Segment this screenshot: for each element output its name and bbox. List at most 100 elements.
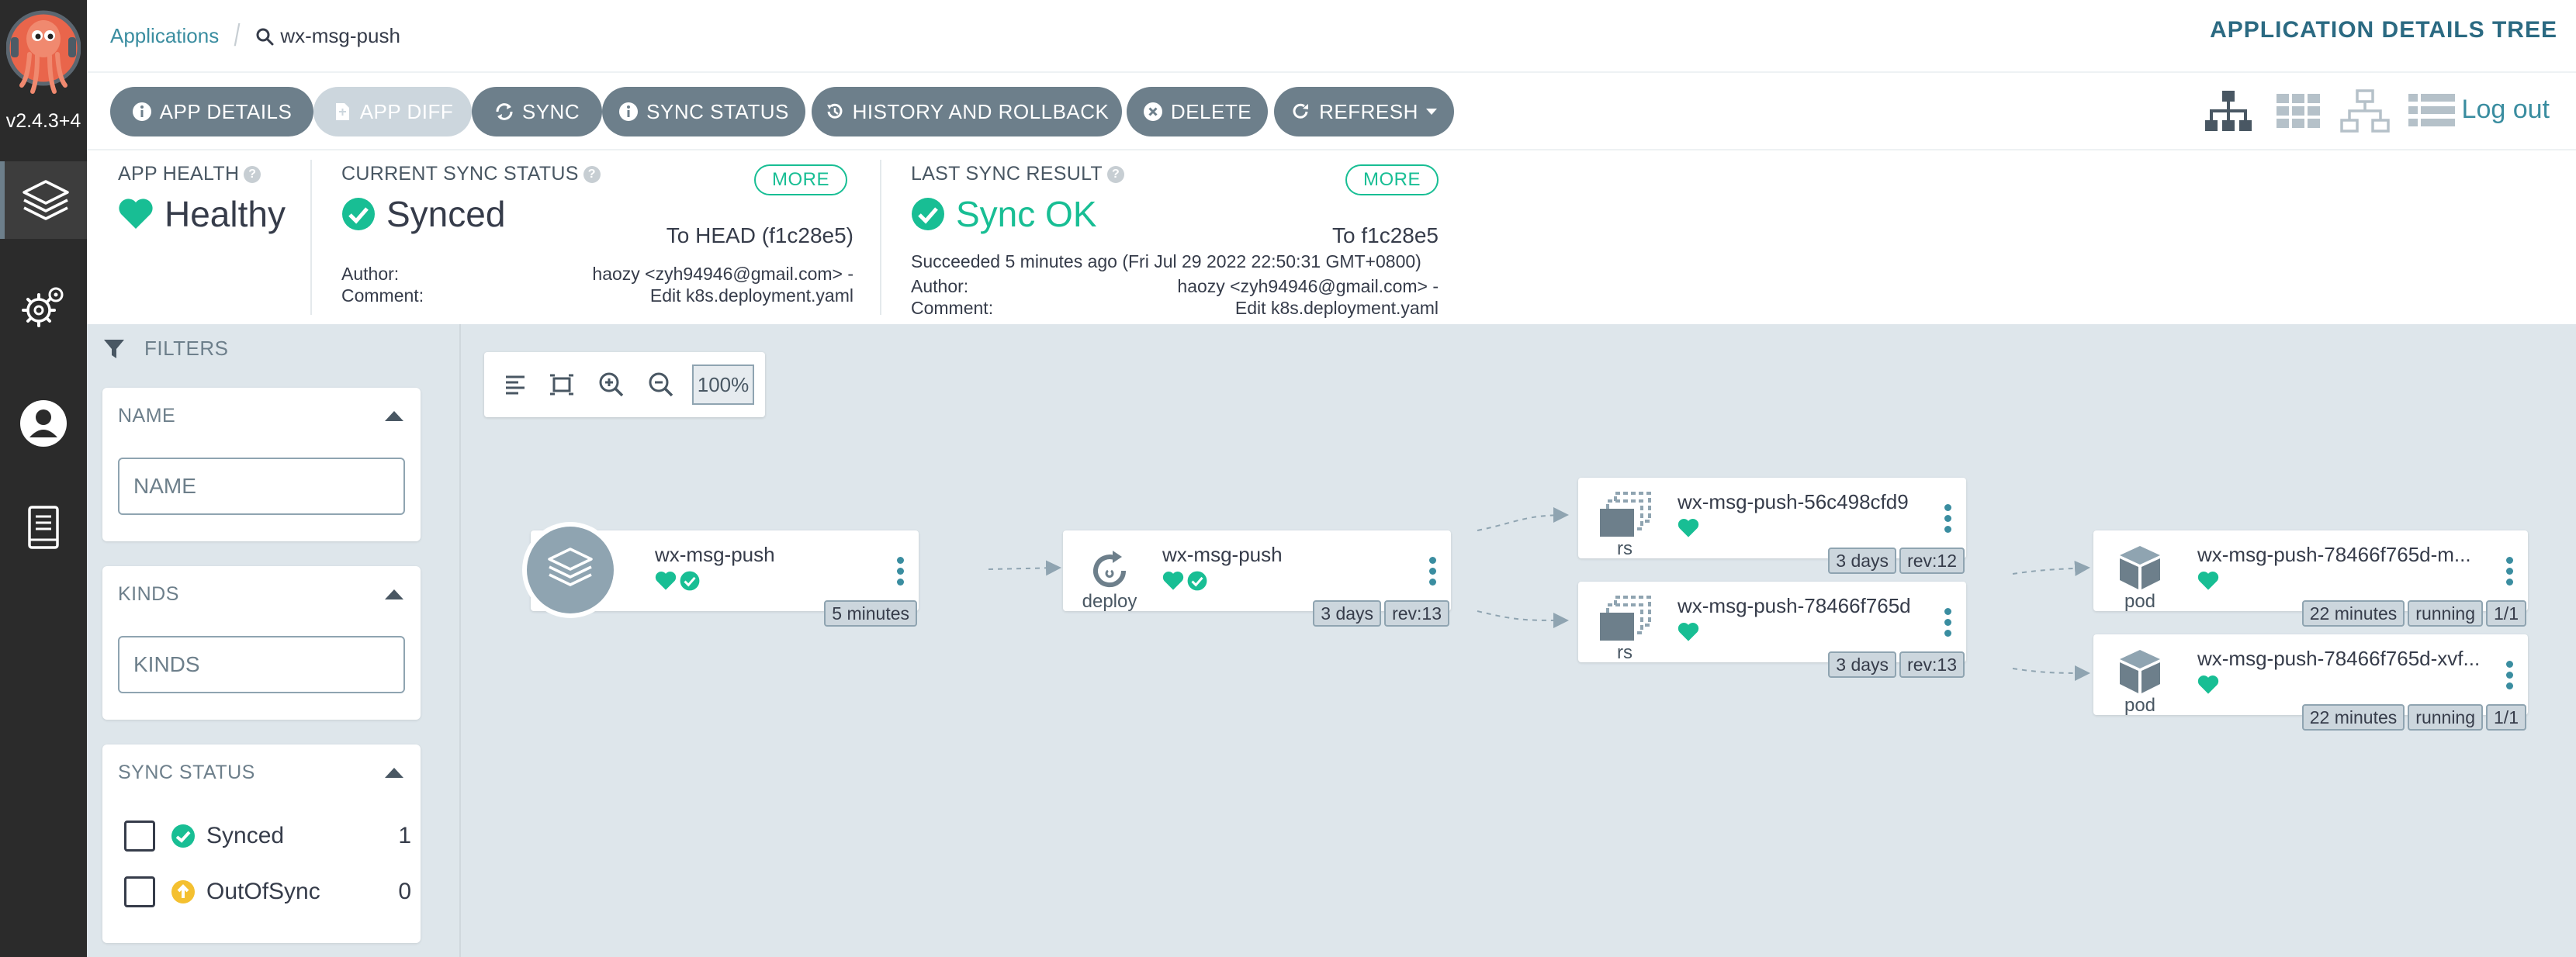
edge-app-to-deploy <box>988 560 1061 576</box>
tree-view-icon[interactable] <box>2204 89 2253 134</box>
breadcrumb-applications-link[interactable]: Applications <box>110 24 219 48</box>
deploy-node-tags: 3 days rev:13 <box>1313 600 1449 627</box>
pod-cube-icon <box>2120 650 2160 693</box>
name-filter-title: NAME <box>118 405 176 427</box>
question-icon[interactable]: ? <box>1107 165 1124 183</box>
heart-icon <box>119 199 153 229</box>
nav-applications[interactable] <box>0 161 87 239</box>
tag: 3 days <box>1313 600 1382 627</box>
filters-header[interactable]: FILTERS <box>102 337 228 361</box>
rs2-kind: rs <box>1617 642 1633 663</box>
last-sync-more-button[interactable]: MORE <box>1345 164 1439 195</box>
rs1-node-tags: 3 days rev:12 <box>1828 548 1965 574</box>
replicaset-node-2[interactable]: rs wx-msg-push-78466f765d 3 days rev:13 <box>1578 582 1966 678</box>
rs2-node-name: wx-msg-push-78466f765d <box>1678 594 1911 617</box>
outofsync-count: 0 <box>398 879 411 904</box>
page-title: APPLICATION DETAILS TREE <box>2210 17 2557 43</box>
check-circle-icon <box>1187 571 1207 591</box>
caret-up-icon[interactable] <box>385 768 403 778</box>
deploy-node-status <box>1162 571 1207 591</box>
synced-checkbox[interactable] <box>124 821 155 852</box>
comment-label: Comment: <box>341 285 424 306</box>
replicaset-node-1[interactable]: rs wx-msg-push-56c498cfd9 3 days rev:12 <box>1578 478 1966 574</box>
gears-icon <box>22 287 64 327</box>
name-filter: NAME <box>102 388 421 541</box>
pod1-kind: pod <box>2124 591 2156 612</box>
app-node-menu[interactable] <box>897 557 905 586</box>
heart-icon <box>1678 519 1699 537</box>
tag: 3 days <box>1828 651 1897 678</box>
rs1-kind: rs <box>1617 538 1633 559</box>
rs2-node-menu[interactable] <box>1944 608 1952 637</box>
pod-node-2[interactable]: pod wx-msg-push-78466f765d-xvf... 22 min… <box>2093 634 2528 731</box>
heart-icon <box>1678 623 1699 641</box>
outofsync-filter-option[interactable]: OutOfSync 0 <box>124 875 411 909</box>
tag: 22 minutes <box>2301 600 2405 627</box>
question-icon[interactable]: ? <box>583 165 601 183</box>
outofsync-label: OutOfSync <box>206 879 320 904</box>
tag: 3 days <box>1828 548 1897 574</box>
deploy-kind: deploy <box>1082 591 1137 612</box>
pod2-node-menu[interactable] <box>2506 661 2514 689</box>
deploy-node-menu[interactable] <box>1429 557 1437 586</box>
tag: 22 minutes <box>2301 704 2405 731</box>
list-view-icon[interactable] <box>2407 89 2457 134</box>
author-value: haozy <zyh94946@gmail.com> - <box>592 264 853 284</box>
synced-label: Synced <box>206 823 285 848</box>
name-filter-input[interactable] <box>118 458 405 515</box>
tag: running <box>2408 600 2484 627</box>
filters-panel: FILTERS NAME KINDS SYNC STATUS Synced 1 … <box>87 324 461 957</box>
divider <box>310 160 312 315</box>
tag: 1/1 <box>2486 600 2526 627</box>
last-author-value: haozy <zyh94946@gmail.com> - <box>1177 276 1439 296</box>
app-health-label: APP HEALTH <box>118 163 240 185</box>
rs1-node-menu[interactable] <box>1944 504 1952 533</box>
synced-count: 1 <box>398 823 411 848</box>
app-health-value-row: Healthy <box>118 193 304 235</box>
edge-deploy-to-rs2 <box>1477 610 1569 628</box>
last-sync-label: LAST SYNC RESULT <box>911 163 1103 185</box>
current-sync-label: CURRENT SYNC STATUS <box>341 163 579 185</box>
app-health-heading: APP HEALTH ? <box>118 163 304 185</box>
heart-icon <box>655 572 677 590</box>
sidebar: v2.4.3+4 <box>0 0 87 957</box>
view-switcher <box>87 88 2576 135</box>
nav-settings[interactable] <box>0 268 87 346</box>
caret-up-icon[interactable] <box>385 411 403 421</box>
app-node[interactable]: wx-msg-push 5 minutes <box>522 522 919 627</box>
layers-icon <box>23 180 69 220</box>
nav-docs[interactable] <box>0 489 87 566</box>
question-icon[interactable]: ? <box>244 165 261 183</box>
pods-grid-icon[interactable] <box>2273 89 2323 134</box>
pod-node-1[interactable]: pod wx-msg-push-78466f765d-m... 22 minut… <box>2093 530 2528 627</box>
argo-logo[interactable] <box>5 8 81 99</box>
network-view-icon[interactable] <box>2340 89 2390 134</box>
current-sync-value: Synced <box>386 194 506 234</box>
check-circle-icon <box>912 198 944 230</box>
nav-user-info[interactable] <box>0 385 87 462</box>
top-bar: Applications / wx-msg-push APPLICATION D… <box>87 0 2576 73</box>
logout-link[interactable]: Log out <box>2462 95 2550 125</box>
status-panel: APP HEALTH ? Healthy CURRENT SYNC STATUS… <box>87 150 2576 324</box>
heart-icon <box>1162 572 1184 590</box>
deploy-node[interactable]: deploy wx-msg-push 3 days rev:13 <box>1063 530 1451 627</box>
sync-status-filter: SYNC STATUS Synced 1 OutOfSync 0 <box>102 745 421 943</box>
deploy-icon <box>1093 551 1127 588</box>
pod1-node-menu[interactable] <box>2506 557 2514 586</box>
user-icon <box>20 400 67 447</box>
caret-up-icon[interactable] <box>385 589 403 599</box>
kinds-filter-input[interactable] <box>118 636 405 693</box>
kinds-filter-title: KINDS <box>118 583 179 605</box>
synced-filter-option[interactable]: Synced 1 <box>124 819 411 853</box>
rs2-node-status <box>1678 622 1699 642</box>
pod-cube-icon <box>2120 546 2160 589</box>
edge-rs2-to-pod1 <box>2012 560 2090 576</box>
current-sync-more-button[interactable]: MORE <box>754 164 847 195</box>
rs2-node-tags: 3 days rev:13 <box>1828 651 1965 678</box>
tag: rev:13 <box>1899 651 1965 678</box>
deploy-node-name: wx-msg-push <box>1162 543 1283 566</box>
sync-status-filter-title: SYNC STATUS <box>118 762 255 783</box>
outofsync-checkbox[interactable] <box>124 876 155 907</box>
pod2-node-name: wx-msg-push-78466f765d-xvf... <box>2197 647 2481 670</box>
edge-rs2-to-pod2 <box>2012 665 2090 681</box>
